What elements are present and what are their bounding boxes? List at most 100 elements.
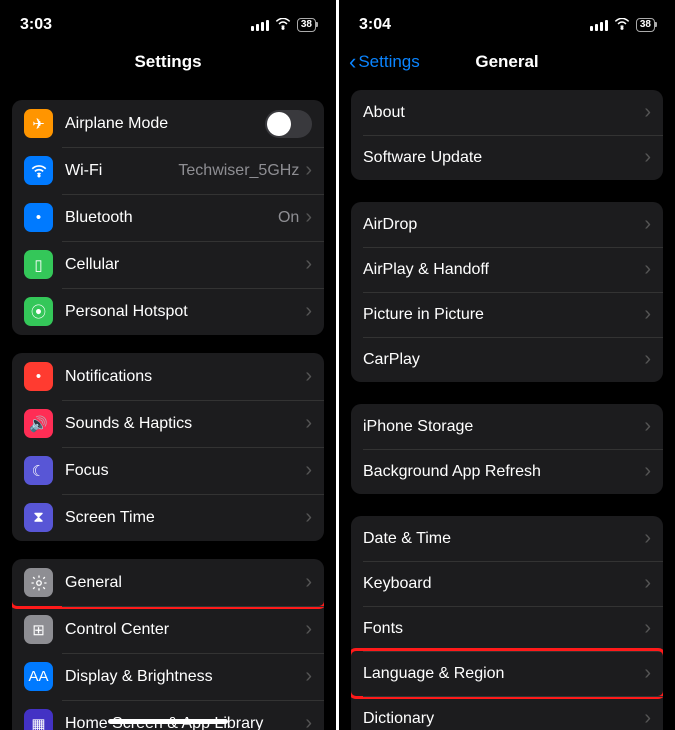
- chevron-right-icon: ›: [305, 459, 312, 482]
- row-label: Fonts: [363, 620, 644, 638]
- settings-row-picture-in-picture[interactable]: Picture in Picture›: [351, 292, 663, 337]
- row-label: Screen Time: [65, 509, 305, 527]
- row-label: Display & Brightness: [65, 668, 305, 686]
- row-label: Personal Hotspot: [65, 303, 305, 321]
- bluetooth-icon: •: [24, 203, 53, 232]
- home-indicator[interactable]: [108, 719, 228, 724]
- settings-row-sounds-haptics[interactable]: 🔊Sounds & Haptics›: [12, 400, 324, 447]
- chevron-right-icon: ›: [644, 662, 651, 685]
- wifi-status-icon: [275, 17, 291, 34]
- chevron-right-icon: ›: [305, 300, 312, 323]
- chevron-right-icon: ›: [305, 571, 312, 594]
- row-label: Software Update: [363, 149, 644, 167]
- battery-icon: 38: [297, 18, 316, 32]
- row-label: Background App Refresh: [363, 463, 644, 481]
- settings-row-airplane-mode[interactable]: ✈ Airplane Mode: [12, 100, 324, 147]
- signal-icon: [590, 20, 608, 31]
- screentime-icon: ⧗: [24, 503, 53, 532]
- page-title: Settings: [134, 52, 201, 72]
- row-label: Airplane Mode: [65, 115, 265, 133]
- status-time: 3:04: [359, 16, 391, 34]
- chevron-right-icon: ›: [644, 460, 651, 483]
- status-icons: 38: [251, 17, 316, 34]
- display-icon: AA: [24, 662, 53, 691]
- back-button[interactable]: ‹Settings: [349, 51, 420, 73]
- row-label: CarPlay: [363, 351, 644, 369]
- settings-row-cellular[interactable]: ▯ Cellular›: [12, 241, 324, 288]
- row-label: Dictionary: [363, 710, 644, 728]
- row-label: General: [65, 574, 305, 592]
- status-time: 3:03: [20, 16, 52, 34]
- row-label: Sounds & Haptics: [65, 415, 305, 433]
- settings-row-wi-fi[interactable]: Wi-FiTechwiser_5GHz ›: [12, 147, 324, 194]
- settings-row-personal-hotspot[interactable]: ⦿ Personal Hotspot›: [12, 288, 324, 335]
- chevron-right-icon: ›: [305, 159, 312, 182]
- chevron-right-icon: ›: [305, 253, 312, 276]
- settings-row-home-screen-app-library[interactable]: ▦Home Screen & App Library›: [12, 700, 324, 730]
- chevron-right-icon: ›: [644, 146, 651, 169]
- page-title: General: [475, 52, 538, 72]
- chevron-right-icon: ›: [644, 707, 651, 730]
- row-label: AirDrop: [363, 216, 644, 234]
- chevron-right-icon: ›: [644, 101, 651, 124]
- settings-row-airplay-handoff[interactable]: AirPlay & Handoff›: [351, 247, 663, 292]
- chevron-right-icon: ›: [644, 258, 651, 281]
- chevron-left-icon: ‹: [349, 51, 356, 73]
- status-icons: 38: [590, 17, 655, 34]
- chevron-right-icon: ›: [305, 665, 312, 688]
- settings-group: General›⊞Control Center›AADisplay & Brig…: [12, 559, 324, 730]
- row-label: Keyboard: [363, 575, 644, 593]
- settings-row-notifications[interactable]: •Notifications›: [12, 353, 324, 400]
- settings-group: AirDrop›AirPlay & Handoff›Picture in Pic…: [351, 202, 663, 382]
- chevron-right-icon: ›: [644, 527, 651, 550]
- settings-row-focus[interactable]: ☾Focus›: [12, 447, 324, 494]
- settings-group: ✈Airplane ModeWi-FiTechwiser_5GHz›•Bluet…: [12, 100, 324, 335]
- row-label: Picture in Picture: [363, 306, 644, 324]
- chevron-right-icon: ›: [305, 365, 312, 388]
- settings-row-control-center[interactable]: ⊞Control Center›: [12, 606, 324, 653]
- settings-row-display-brightness[interactable]: AA Display & Brightness›: [12, 653, 324, 700]
- general-icon: [24, 568, 53, 597]
- battery-icon: 38: [636, 18, 655, 32]
- nav-bar: ‹Settings General: [339, 42, 675, 82]
- chevron-right-icon: ›: [644, 617, 651, 640]
- settings-row-general[interactable]: General›: [12, 559, 324, 606]
- row-label: Language & Region: [363, 665, 644, 683]
- chevron-right-icon: ›: [644, 213, 651, 236]
- settings-group: Date & Time›Keyboard›Fonts›Language & Re…: [351, 516, 663, 730]
- settings-row-iphone-storage[interactable]: iPhone Storage›: [351, 404, 663, 449]
- settings-row-background-app-refresh[interactable]: Background App Refresh›: [351, 449, 663, 494]
- chevron-right-icon: ›: [305, 206, 312, 229]
- chevron-right-icon: ›: [644, 348, 651, 371]
- toggle-switch[interactable]: [265, 110, 312, 138]
- row-label: Wi-Fi: [65, 162, 178, 180]
- nav-bar: Settings: [0, 42, 336, 82]
- cellular-icon: ▯: [24, 250, 53, 279]
- settings-row-about[interactable]: About›: [351, 90, 663, 135]
- settings-row-carplay[interactable]: CarPlay›: [351, 337, 663, 382]
- settings-row-screen-time[interactable]: ⧗ Screen Time›: [12, 494, 324, 541]
- chevron-right-icon: ›: [305, 506, 312, 529]
- settings-row-airdrop[interactable]: AirDrop›: [351, 202, 663, 247]
- settings-row-language-region[interactable]: Language & Region›: [351, 651, 663, 696]
- settings-row-software-update[interactable]: Software Update›: [351, 135, 663, 180]
- chevron-right-icon: ›: [644, 572, 651, 595]
- hotspot-icon: ⦿: [24, 297, 53, 326]
- settings-row-dictionary[interactable]: Dictionary›: [351, 696, 663, 730]
- row-label: iPhone Storage: [363, 418, 644, 436]
- chevron-right-icon: ›: [305, 712, 312, 730]
- settings-row-fonts[interactable]: Fonts›: [351, 606, 663, 651]
- controlcenter-icon: ⊞: [24, 615, 53, 644]
- settings-row-keyboard[interactable]: Keyboard›: [351, 561, 663, 606]
- row-label: Cellular: [65, 256, 305, 274]
- notifications-icon: •: [24, 362, 53, 391]
- settings-group: •Notifications›🔊Sounds & Haptics›☾Focus›…: [12, 353, 324, 541]
- settings-row-bluetooth[interactable]: •BluetoothOn›: [12, 194, 324, 241]
- homescreen-icon: ▦: [24, 709, 53, 730]
- row-label: AirPlay & Handoff: [363, 261, 644, 279]
- settings-row-date-time[interactable]: Date & Time›: [351, 516, 663, 561]
- row-value: On: [278, 209, 299, 227]
- row-label: Date & Time: [363, 530, 644, 548]
- airplane-icon: ✈: [24, 109, 53, 138]
- row-value: Techwiser_5GHz: [178, 162, 299, 180]
